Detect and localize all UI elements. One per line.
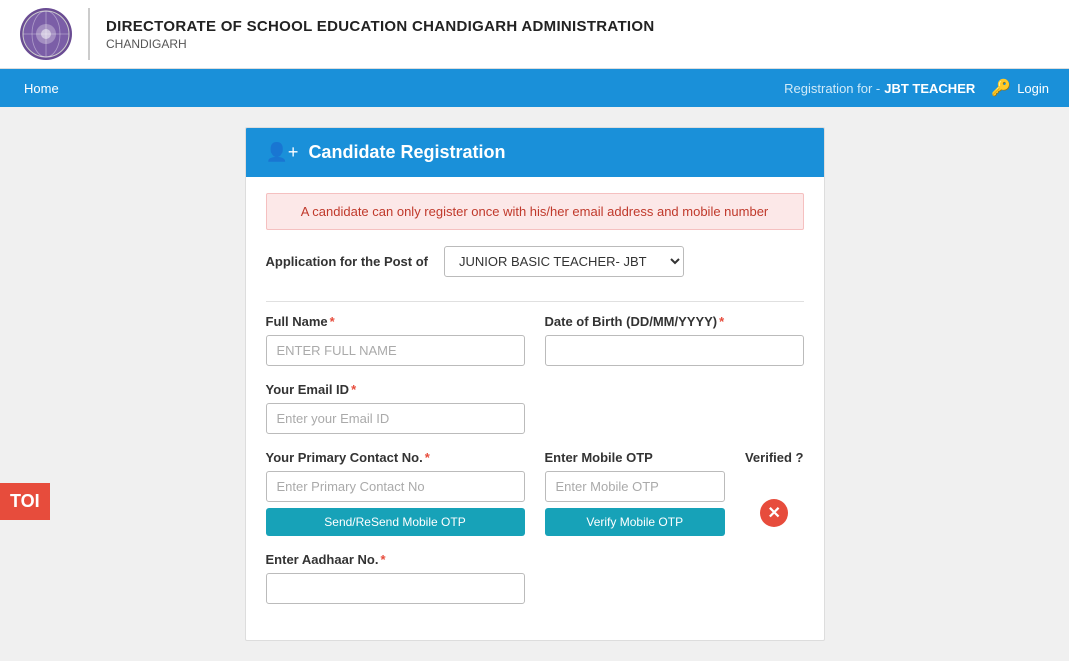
dob-input[interactable] (545, 335, 804, 366)
dob-label: Date of Birth (DD/MM/YYYY)* (545, 314, 804, 329)
form-header-icon: 👤+ (266, 142, 299, 163)
verify-otp-button[interactable]: Verify Mobile OTP (545, 508, 725, 536)
main-content: 👤+ Candidate Registration A candidate ca… (0, 107, 1069, 661)
org-title: DIRECTORATE OF SCHOOL EDUCATION CHANDIGA… (106, 18, 654, 35)
full-name-required: * (330, 314, 335, 329)
aadhaar-group: Enter Aadhaar No.* (266, 552, 525, 604)
send-otp-button[interactable]: Send/ReSend Mobile OTP (266, 508, 525, 536)
primary-contact-group: Your Primary Contact No.* Send/ReSend Mo… (266, 450, 525, 536)
nav-home[interactable]: Home (20, 81, 63, 96)
full-name-group: Full Name* (266, 314, 525, 366)
form-header: 👤+ Candidate Registration (246, 128, 824, 177)
form-body: Application for the Post of JUNIOR BASIC… (246, 246, 824, 640)
email-input[interactable] (266, 403, 525, 434)
primary-contact-label: Your Primary Contact No.* (266, 450, 525, 465)
nav-right: Registration for - JBT TEACHER 🔑 Login (784, 78, 1049, 98)
application-label: Application for the Post of (266, 254, 429, 269)
application-row: Application for the Post of JUNIOR BASIC… (266, 246, 804, 285)
nav-reg-prefix: Registration for - (784, 81, 880, 96)
contact-required: * (425, 450, 430, 465)
alert-text: A candidate can only register once with … (301, 204, 769, 219)
aadhaar-label: Enter Aadhaar No.* (266, 552, 525, 567)
full-name-input[interactable] (266, 335, 525, 366)
verified-group: Verified ? ✕ (745, 450, 804, 527)
mobile-otp-input[interactable] (545, 471, 725, 502)
email-label: Your Email ID* (266, 382, 525, 397)
email-required: * (351, 382, 356, 397)
verified-label: Verified ? (745, 450, 804, 465)
application-select[interactable]: JUNIOR BASIC TEACHER- JBT (444, 246, 684, 277)
nav-login-button[interactable]: 🔑 Login (991, 78, 1049, 98)
dob-required: * (719, 314, 724, 329)
alert-info-message: A candidate can only register once with … (266, 193, 804, 230)
section-divider (266, 301, 804, 302)
primary-contact-input[interactable] (266, 471, 525, 502)
header-divider (88, 8, 90, 60)
name-dob-row: Full Name* Date of Birth (DD/MM/YYYY)* (266, 314, 804, 366)
enter-otp-label: Enter Mobile OTP (545, 450, 725, 465)
nav-left: Home (20, 81, 63, 96)
org-subtitle: CHANDIGARH (106, 37, 654, 51)
contact-otp-row: Your Primary Contact No.* Send/ReSend Mo… (266, 450, 804, 536)
email-group: Your Email ID* (266, 382, 525, 434)
nav-reg-value: JBT TEACHER (884, 81, 975, 96)
org-logo (20, 8, 72, 60)
page-header: DIRECTORATE OF SCHOOL EDUCATION CHANDIGA… (0, 0, 1069, 69)
email-row: Your Email ID* (266, 382, 804, 434)
verified-status-icon: ✕ (760, 499, 788, 527)
header-text-block: DIRECTORATE OF SCHOOL EDUCATION CHANDIGA… (106, 18, 654, 51)
dob-group: Date of Birth (DD/MM/YYYY)* (545, 314, 804, 366)
toi-badge: TOI (0, 483, 50, 520)
aadhaar-row: Enter Aadhaar No.* (266, 552, 804, 604)
nav-login-label: Login (1017, 81, 1049, 96)
nav-registration-info: Registration for - JBT TEACHER (784, 81, 975, 96)
login-icon: 🔑 (991, 78, 1011, 98)
registration-form-container: 👤+ Candidate Registration A candidate ca… (245, 127, 825, 641)
aadhaar-required: * (380, 552, 385, 567)
main-navbar: Home Registration for - JBT TEACHER 🔑 Lo… (0, 69, 1069, 107)
mobile-otp-group: Enter Mobile OTP Verify Mobile OTP (545, 450, 725, 536)
full-name-label: Full Name* (266, 314, 525, 329)
form-header-title: Candidate Registration (308, 142, 505, 163)
aadhaar-input[interactable] (266, 573, 525, 604)
